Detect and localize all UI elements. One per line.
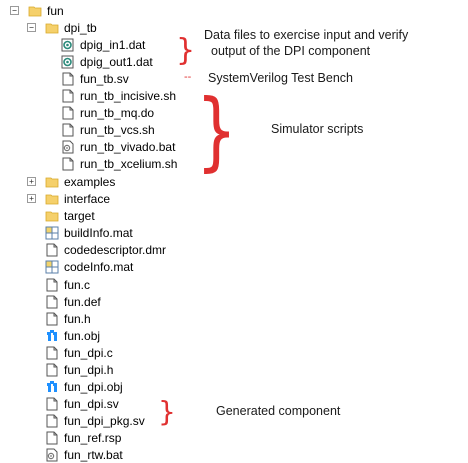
file-icon (61, 72, 75, 86)
tree-item-label: fun (47, 3, 64, 18)
tree-item-examples[interactable]: + examples (27, 173, 115, 190)
tree-item-fun-dpi-obj[interactable]: fun_dpi.obj (45, 378, 123, 395)
file-icon (45, 243, 59, 257)
tree-item-fun-dpi-c[interactable]: fun_dpi.c (45, 344, 113, 361)
tree-item-label: fun.obj (64, 328, 101, 343)
tree-item-label: buildInfo.mat (64, 225, 133, 240)
tree-item-label: dpi_tb (64, 20, 97, 35)
tree-item-buildinfo[interactable]: buildInfo.mat (45, 224, 133, 241)
tree-item-dpig-in1[interactable]: dpig_in1.dat (61, 36, 145, 53)
file-icon (45, 397, 59, 411)
tree-item-label: run_tb_vivado.bat (80, 139, 176, 154)
tree-item-fun-tb-sv[interactable]: fun_tb.sv (61, 70, 129, 87)
tree-item-label: target (64, 208, 95, 223)
file-icon (45, 431, 59, 445)
file-icon (45, 363, 59, 377)
tree-item-label: dpig_in1.dat (80, 37, 146, 52)
tree-item-target[interactable]: target (45, 207, 95, 224)
file-icon (45, 312, 59, 326)
tree-item-label: run_tb_incisive.sh (80, 88, 177, 103)
expand-toggle-examples[interactable]: + (27, 177, 36, 186)
tree-item-interface[interactable]: + interface (27, 190, 110, 207)
generated-component-brace: } (158, 395, 176, 428)
collapse-toggle-dpi-tb[interactable]: − (27, 23, 36, 32)
batch-file-icon (61, 140, 75, 154)
tree-item-label: fun.h (64, 311, 91, 326)
folder-icon (45, 175, 59, 189)
tree-item-fun-dpi-pkg-sv[interactable]: fun_dpi_pkg.sv (45, 412, 145, 429)
mat-file-icon (45, 260, 59, 274)
simulator-scripts-annotation: Simulator scripts (271, 122, 364, 136)
tree-item-label: dpig_out1.dat (80, 54, 153, 69)
dat-file-icon (61, 55, 75, 69)
tree-item-label: fun_dpi.h (64, 362, 114, 377)
tree-item-fun-obj[interactable]: fun.obj (45, 327, 100, 344)
tree-item-label: fun.def (64, 294, 101, 309)
tree-item-label: fun_dpi_pkg.sv (64, 413, 145, 428)
tree-item-run-tb-mq[interactable]: run_tb_mq.do (61, 104, 154, 121)
tree-item-label: examples (64, 174, 116, 189)
obj-file-icon (45, 329, 59, 343)
tree-item-label: codeInfo.mat (64, 259, 134, 274)
data-files-annotation-line1: Data files to exercise input and verify (204, 28, 409, 42)
simulator-scripts-brace: } (196, 81, 238, 181)
file-icon (61, 89, 75, 103)
tree-item-dpi-tb[interactable]: − dpi_tb (27, 19, 97, 36)
folder-icon (45, 21, 59, 35)
file-icon (45, 346, 59, 360)
tree-item-dpig-out1[interactable]: dpig_out1.dat (61, 53, 153, 70)
expand-toggle-interface[interactable]: + (27, 194, 36, 203)
tree-item-label: fun_dpi.sv (64, 396, 119, 411)
tree-item-fun-dpi-h[interactable]: fun_dpi.h (45, 361, 113, 378)
file-icon (45, 278, 59, 292)
tree-item-codeinfo[interactable]: codeInfo.mat (45, 258, 133, 275)
obj-file-icon (45, 380, 59, 394)
tree-item-label: fun_dpi.c (64, 345, 113, 360)
tree-item-fun-h[interactable]: fun.h (45, 310, 91, 327)
mat-file-icon (45, 226, 59, 240)
file-icon (61, 106, 75, 120)
folder-icon (45, 209, 59, 223)
tree-item-run-tb-incisive[interactable]: run_tb_incisive.sh (61, 87, 176, 104)
tree-item-label: fun_ref.rsp (64, 430, 122, 445)
tree-item-label: fun.c (64, 277, 91, 292)
tree-item-run-tb-vivado[interactable]: run_tb_vivado.bat (61, 138, 175, 155)
tree-item-label: fun_tb.sv (80, 71, 129, 86)
tree-item-fun-ref-rsp[interactable]: fun_ref.rsp (45, 429, 121, 446)
tree-item-run-tb-vcs[interactable]: run_tb_vcs.sh (61, 121, 155, 138)
folder-icon (28, 4, 42, 18)
file-icon (61, 157, 75, 171)
tree-item-fun-c[interactable]: fun.c (45, 276, 90, 293)
tree-item-fun-dpi-sv[interactable]: fun_dpi.sv (45, 395, 119, 412)
tree-item-fun[interactable]: − fun (10, 2, 64, 19)
generated-component-annotation: Generated component (216, 404, 341, 418)
tree-item-codedescriptor[interactable]: codedescriptor.dmr (45, 241, 166, 258)
data-files-brace: } (176, 33, 196, 68)
tree-item-fun-def[interactable]: fun.def (45, 293, 101, 310)
tree-item-label: run_tb_vcs.sh (80, 122, 155, 137)
tree-item-label: run_tb_xcelium.sh (80, 156, 178, 171)
collapse-toggle-fun[interactable]: − (10, 6, 19, 15)
tree-item-label: codedescriptor.dmr (64, 242, 167, 257)
file-icon (61, 123, 75, 137)
dat-file-icon (61, 38, 75, 52)
tree-item-label: fun_dpi.obj (64, 379, 123, 394)
tree-item-label: run_tb_mq.do (80, 105, 155, 120)
tree-item-label: interface (64, 191, 111, 206)
file-icon (45, 414, 59, 428)
test-bench-marker: -- (184, 71, 192, 83)
tree-item-run-tb-xcelium[interactable]: run_tb_xcelium.sh (61, 155, 177, 172)
file-icon (45, 295, 59, 309)
data-files-annotation-line2: output of the DPI component (211, 44, 371, 58)
folder-icon (45, 192, 59, 206)
